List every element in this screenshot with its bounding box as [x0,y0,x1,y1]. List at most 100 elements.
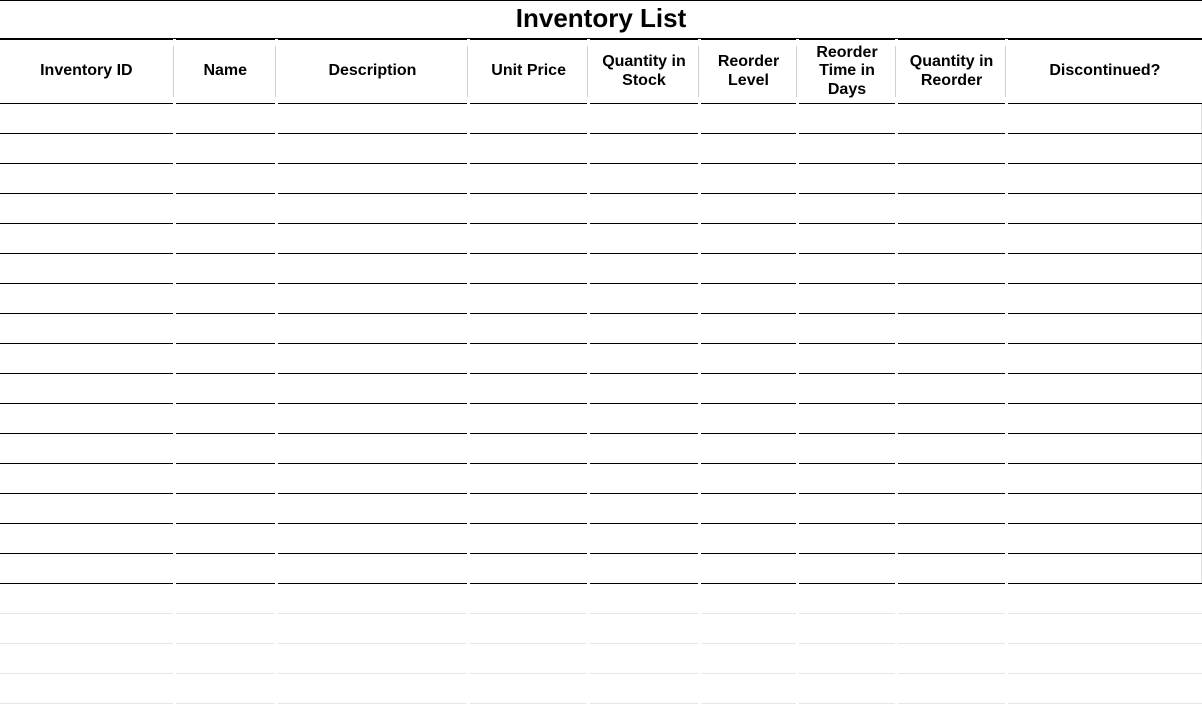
cell-unit_price[interactable] [469,104,589,134]
cell-reorder_time_in_days[interactable] [798,524,897,554]
cell-name[interactable] [174,314,276,344]
cell-quantity_in_stock[interactable] [589,314,700,344]
cell-reorder_level[interactable] [699,374,798,404]
cell-discontinued[interactable] [1007,164,1202,194]
cell-quantity_in_reorder[interactable] [896,464,1007,494]
cell-name[interactable] [174,614,276,644]
cell-reorder_level[interactable] [699,284,798,314]
cell-reorder_level[interactable] [699,434,798,464]
cell-quantity_in_reorder[interactable] [896,374,1007,404]
cell-description[interactable] [276,254,468,284]
col-header-inventory-id[interactable]: Inventory ID [0,40,174,104]
cell-inventory_id[interactable] [0,464,174,494]
cell-reorder_level[interactable] [699,464,798,494]
cell-description[interactable] [276,224,468,254]
cell-unit_price[interactable] [469,584,589,614]
cell-reorder_time_in_days[interactable] [798,464,897,494]
cell-quantity_in_reorder[interactable] [896,134,1007,164]
cell-inventory_id[interactable] [0,494,174,524]
cell-description[interactable] [276,494,468,524]
cell-name[interactable] [174,644,276,674]
cell-description[interactable] [276,404,468,434]
cell-discontinued[interactable] [1007,614,1202,644]
cell-quantity_in_reorder[interactable] [896,314,1007,344]
cell-discontinued[interactable] [1007,224,1202,254]
cell-unit_price[interactable] [469,554,589,584]
cell-unit_price[interactable] [469,194,589,224]
cell-quantity_in_reorder[interactable] [896,254,1007,284]
cell-inventory_id[interactable] [0,524,174,554]
col-header-discontinued[interactable]: Discontinued? [1007,40,1202,104]
cell-name[interactable] [174,224,276,254]
cell-quantity_in_stock[interactable] [589,254,700,284]
cell-reorder_time_in_days[interactable] [798,494,897,524]
cell-description[interactable] [276,524,468,554]
cell-discontinued[interactable] [1007,254,1202,284]
cell-description[interactable] [276,434,468,464]
cell-name[interactable] [174,164,276,194]
cell-unit_price[interactable] [469,434,589,464]
cell-reorder_time_in_days[interactable] [798,584,897,614]
cell-name[interactable] [174,524,276,554]
cell-quantity_in_reorder[interactable] [896,554,1007,584]
cell-reorder_level[interactable] [699,524,798,554]
cell-reorder_time_in_days[interactable] [798,674,897,704]
cell-name[interactable] [174,374,276,404]
cell-unit_price[interactable] [469,344,589,374]
cell-quantity_in_stock[interactable] [589,494,700,524]
cell-quantity_in_stock[interactable] [589,434,700,464]
cell-quantity_in_reorder[interactable] [896,194,1007,224]
cell-description[interactable] [276,344,468,374]
cell-discontinued[interactable] [1007,644,1202,674]
cell-reorder_level[interactable] [699,314,798,344]
cell-inventory_id[interactable] [0,644,174,674]
cell-name[interactable] [174,104,276,134]
cell-discontinued[interactable] [1007,374,1202,404]
cell-discontinued[interactable] [1007,284,1202,314]
cell-quantity_in_reorder[interactable] [896,434,1007,464]
cell-name[interactable] [174,584,276,614]
cell-discontinued[interactable] [1007,404,1202,434]
cell-unit_price[interactable] [469,224,589,254]
cell-reorder_level[interactable] [699,674,798,704]
col-header-unit-price[interactable]: Unit Price [469,40,589,104]
cell-unit_price[interactable] [469,524,589,554]
cell-reorder_time_in_days[interactable] [798,194,897,224]
cell-description[interactable] [276,314,468,344]
cell-unit_price[interactable] [469,644,589,674]
cell-inventory_id[interactable] [0,224,174,254]
cell-inventory_id[interactable] [0,164,174,194]
cell-name[interactable] [174,674,276,704]
cell-description[interactable] [276,554,468,584]
cell-description[interactable] [276,134,468,164]
cell-description[interactable] [276,104,468,134]
cell-reorder_level[interactable] [699,134,798,164]
cell-inventory_id[interactable] [0,344,174,374]
cell-discontinued[interactable] [1007,584,1202,614]
cell-unit_price[interactable] [469,314,589,344]
cell-discontinued[interactable] [1007,434,1202,464]
cell-inventory_id[interactable] [0,584,174,614]
cell-reorder_time_in_days[interactable] [798,134,897,164]
cell-reorder_time_in_days[interactable] [798,284,897,314]
cell-reorder_time_in_days[interactable] [798,224,897,254]
cell-quantity_in_reorder[interactable] [896,644,1007,674]
cell-name[interactable] [174,434,276,464]
cell-reorder_time_in_days[interactable] [798,404,897,434]
cell-name[interactable] [174,464,276,494]
cell-name[interactable] [174,404,276,434]
cell-discontinued[interactable] [1007,464,1202,494]
cell-unit_price[interactable] [469,254,589,284]
cell-inventory_id[interactable] [0,554,174,584]
cell-inventory_id[interactable] [0,374,174,404]
cell-quantity_in_reorder[interactable] [896,674,1007,704]
cell-discontinued[interactable] [1007,134,1202,164]
cell-quantity_in_stock[interactable] [589,524,700,554]
cell-reorder_level[interactable] [699,224,798,254]
cell-reorder_level[interactable] [699,644,798,674]
cell-inventory_id[interactable] [0,194,174,224]
cell-reorder_level[interactable] [699,494,798,524]
cell-name[interactable] [174,494,276,524]
cell-description[interactable] [276,194,468,224]
col-header-quantity-in-stock[interactable]: Quantity in Stock [589,40,700,104]
